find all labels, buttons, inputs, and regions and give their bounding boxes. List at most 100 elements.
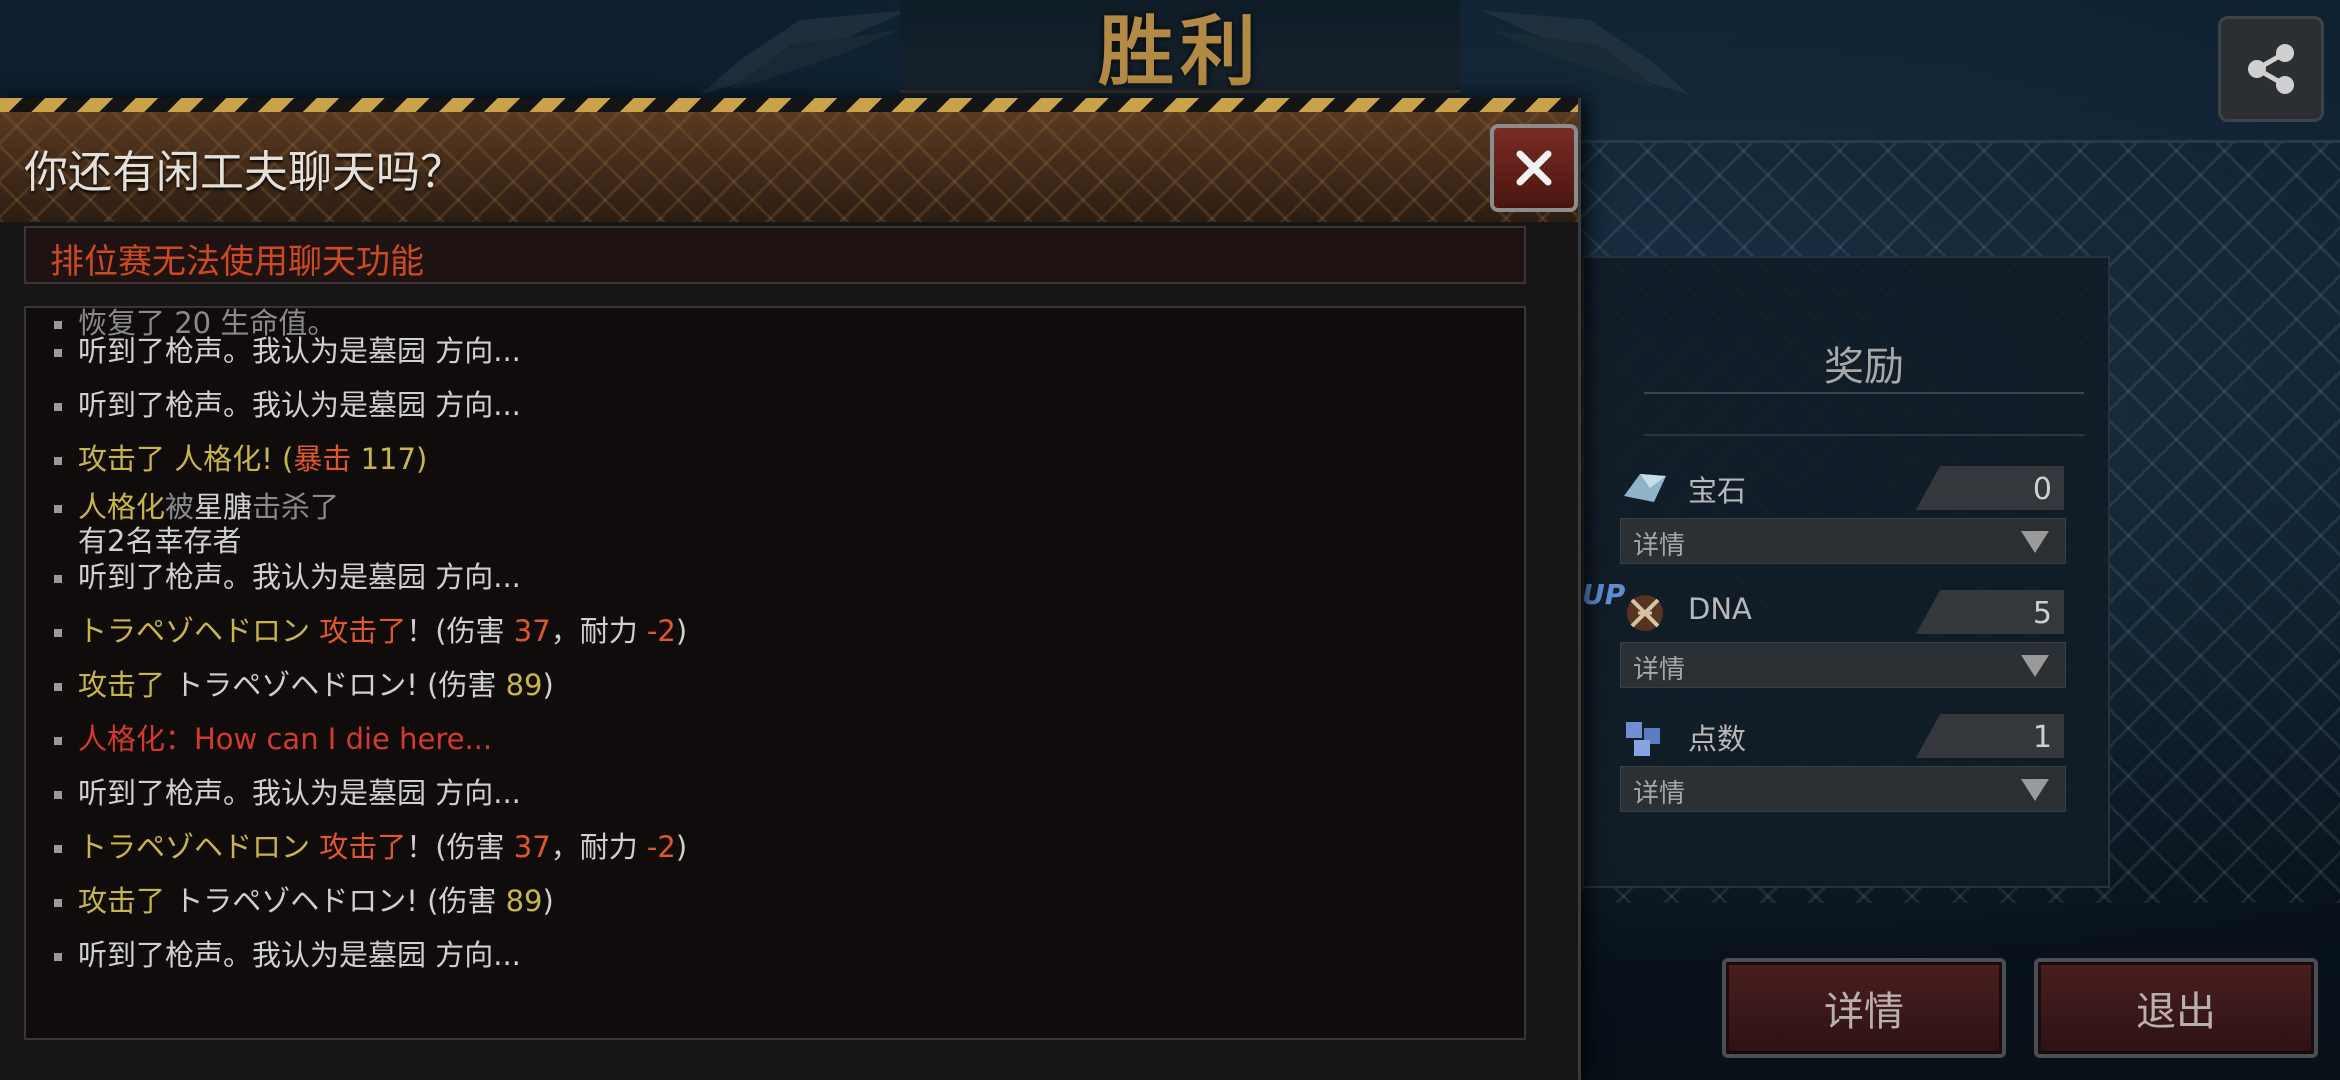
chat-text: ，耐力 bbox=[550, 614, 647, 648]
detail-label: 详情 bbox=[1633, 655, 1686, 685]
left-gun-emblem-icon bbox=[700, 10, 910, 95]
chat-line: 听到了枪声。我认为是墓园 方向... bbox=[54, 554, 1494, 596]
exit-button[interactable]: 退出 bbox=[2034, 958, 2318, 1058]
hazard-stripe bbox=[0, 98, 1578, 112]
bullet bbox=[54, 457, 62, 465]
chat-dialog: 你还有闲工夫聊天吗？ 排位赛无法使用聊天功能 恢复了 20 生命值。 听到了枪声… bbox=[0, 98, 1581, 1080]
chat-line: トラペゾヘドロン 攻击了！(伤害 37，耐力 -2) bbox=[54, 824, 1494, 866]
reward-value-box: 1 bbox=[1916, 714, 2064, 758]
chat-text: トラペゾヘドロン bbox=[78, 830, 320, 864]
rewards-divider bbox=[1644, 392, 2084, 394]
chat-text: ) bbox=[675, 830, 688, 864]
chat-text: ) bbox=[542, 884, 554, 918]
chat-disabled-notice: 排位赛无法使用聊天功能 bbox=[24, 226, 1526, 284]
chat-text: 墓园 bbox=[368, 388, 427, 422]
chat-line: 攻击了 人格化! (暴击 117) bbox=[54, 436, 1494, 478]
chat-text: 攻击了 bbox=[319, 614, 407, 648]
reward-value-box: 0 bbox=[1916, 466, 2064, 510]
chat-line: 人格化被星膅击杀了 有2名幸存者 bbox=[54, 490, 1494, 558]
chat-text: 听到了枪声。我认为是 bbox=[78, 334, 369, 368]
reward-label: 宝石 bbox=[1688, 474, 1747, 508]
rewards-panel: 奖励 宝石 0 详情 DNA 5 详情 点数 1 详情 bbox=[1582, 256, 2110, 888]
bullet bbox=[54, 953, 62, 961]
chat-text: 攻击了 bbox=[78, 884, 175, 918]
chat-line: 听到了枪声。我认为是墓园 方向... bbox=[54, 328, 1494, 370]
chat-text: 人格化 bbox=[78, 490, 166, 524]
reward-label: 点数 bbox=[1688, 722, 1747, 756]
dialog-header: 你还有闲工夫聊天吗？ bbox=[0, 112, 1578, 222]
reward-row-gem: 宝石 0 详情 bbox=[1620, 462, 2066, 582]
reward-row-points: 点数 1 详情 bbox=[1620, 710, 2066, 830]
bullet bbox=[54, 403, 62, 411]
triangle-down-icon bbox=[2021, 655, 2049, 677]
reward-detail-dropdown[interactable]: 详情 bbox=[1620, 518, 2066, 564]
notice-text: 排位赛无法使用聊天功能 bbox=[50, 242, 424, 282]
triangle-down-icon bbox=[2021, 779, 2049, 801]
rewards-divider bbox=[1644, 434, 2084, 436]
chat-text: トラペゾヘドロン bbox=[78, 614, 320, 648]
bullet bbox=[54, 683, 62, 691]
dialog-title: 你还有闲工夫聊天吗？ bbox=[24, 147, 464, 198]
chat-text: 89 bbox=[505, 668, 543, 702]
chat-text: トラペゾヘドロン! (伤害 bbox=[174, 668, 506, 702]
bullet bbox=[54, 629, 62, 637]
cube-icon bbox=[1626, 722, 1660, 756]
chat-text: ！(伤害 bbox=[406, 614, 514, 648]
chat-text: 117) bbox=[360, 442, 428, 476]
chat-line: 听到了枪声。我认为是墓园 方向... bbox=[54, 382, 1494, 424]
reward-detail-dropdown[interactable]: 详情 bbox=[1620, 642, 2066, 688]
details-button[interactable]: 详情 bbox=[1722, 958, 2006, 1058]
chat-text: 墓园 bbox=[368, 938, 427, 972]
chat-text: 方向... bbox=[426, 388, 521, 422]
chat-text: 星膅 bbox=[194, 490, 253, 524]
chat-text: 听到了枪声。我认为是 bbox=[78, 938, 369, 972]
chat-text: 攻击了 bbox=[319, 830, 407, 864]
chat-line: 人格化：How can I die here... bbox=[54, 716, 1494, 758]
reward-value: 0 bbox=[2032, 472, 2052, 507]
bullet bbox=[54, 737, 62, 745]
chat-text: ) bbox=[542, 668, 554, 702]
bullet bbox=[54, 575, 62, 583]
chat-text: -2 bbox=[646, 830, 676, 864]
chat-line: 攻击了 トラペゾヘドロン! (伤害 89) bbox=[54, 662, 1494, 704]
bullet bbox=[54, 791, 62, 799]
chat-text: 墓园 bbox=[368, 776, 427, 810]
chat-text: トラペゾヘドロン! (伤害 bbox=[174, 884, 506, 918]
victory-banner: 胜利 bbox=[900, 0, 1460, 96]
chat-text: 暴击 bbox=[293, 442, 361, 476]
dna-icon bbox=[1627, 595, 1663, 631]
chat-text: 击杀了 bbox=[252, 490, 340, 524]
chat-text: ) bbox=[675, 614, 688, 648]
triangle-down-icon bbox=[2021, 531, 2049, 553]
close-icon bbox=[1516, 150, 1552, 186]
chat-text: 方向... bbox=[426, 776, 521, 810]
close-button[interactable] bbox=[1490, 124, 1578, 212]
chat-text: 听到了枪声。我认为是 bbox=[78, 388, 369, 422]
chat-text: 墓园 bbox=[368, 560, 427, 594]
reward-detail-dropdown[interactable]: 详情 bbox=[1620, 766, 2066, 812]
rewards-title: 奖励 bbox=[1824, 344, 1904, 390]
detail-label: 详情 bbox=[1633, 779, 1686, 809]
chat-text: ！(伤害 bbox=[406, 830, 514, 864]
chat-text: 有2名幸存者 bbox=[78, 524, 242, 558]
chat-text: 方向... bbox=[426, 334, 521, 368]
share-icon bbox=[2248, 44, 2294, 94]
share-button[interactable] bbox=[2218, 16, 2324, 122]
chat-line: 听到了枪声。我认为是墓园 方向... bbox=[54, 932, 1494, 974]
bullet bbox=[54, 349, 62, 357]
chat-text: 听到了枪声。我认为是 bbox=[78, 560, 369, 594]
chat-line: トラペゾヘドロン 攻击了！(伤害 37，耐力 -2) bbox=[54, 608, 1494, 650]
chat-line: 听到了枪声。我认为是墓园 方向... bbox=[54, 770, 1494, 812]
chat-text: 方向... bbox=[426, 938, 521, 972]
chat-text: 方向... bbox=[426, 560, 521, 594]
chat-text: 被 bbox=[165, 490, 195, 524]
chat-log[interactable]: 恢复了 20 生命值。 听到了枪声。我认为是墓园 方向... 听到了枪声。我认为是… bbox=[24, 306, 1526, 1040]
reward-label: DNA bbox=[1688, 592, 1752, 626]
chat-text: 攻击了 人格化! ( bbox=[78, 442, 294, 476]
chat-text: 墓园 bbox=[368, 334, 427, 368]
chat-text: 人格化：How can I die here... bbox=[78, 722, 493, 756]
up-badge: UP bbox=[1582, 578, 1626, 611]
chat-text: 89 bbox=[505, 884, 543, 918]
right-gun-emblem-icon bbox=[1480, 10, 1690, 95]
bullet bbox=[54, 505, 62, 513]
